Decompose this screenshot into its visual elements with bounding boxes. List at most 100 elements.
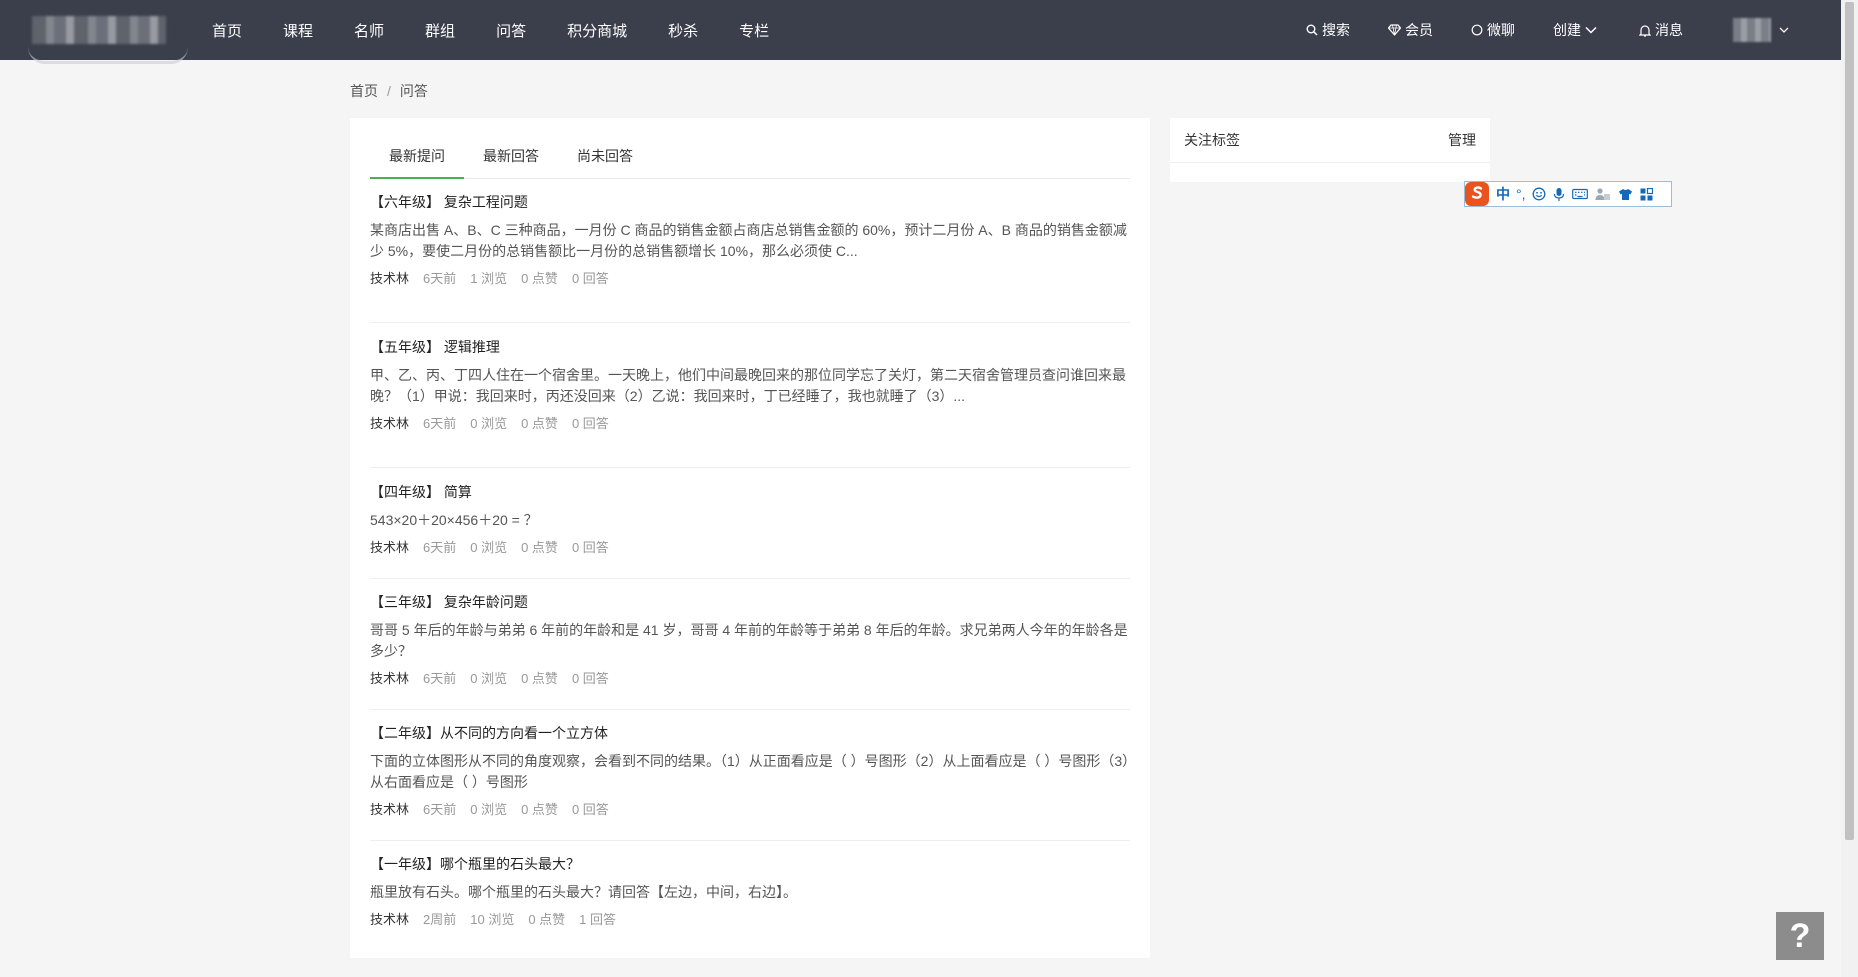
tab-unanswered[interactable]: 尚未回答 — [558, 142, 652, 177]
manage-tags-link[interactable]: 管理 — [1448, 130, 1476, 150]
question-excerpt: 甲、乙、丙、丁四人住在一个宿舍里。一天晚上，他们中间最晚回来的那位同学忘了关灯，… — [370, 367, 1126, 404]
question-likes: 0 点赞 — [521, 540, 558, 555]
chat-button[interactable]: 微聊 — [1471, 20, 1515, 40]
question-tabs: 最新提问 最新回答 尚未回答 — [370, 142, 1130, 179]
breadcrumb-separator: / — [387, 83, 391, 99]
chat-label: 微聊 — [1487, 22, 1515, 38]
search-label: 搜索 — [1322, 22, 1350, 38]
list-item: 【二年级】从不同的方向看一个立方体 下面的立体图形从不同的角度观察，会看到不同的… — [370, 723, 1130, 841]
question-excerpt: 某商店出售 A、B、C 三种商品，一月份 C 商品的销售金额占商店总销售金额的 … — [370, 222, 1127, 259]
chevron-down-icon — [1779, 27, 1789, 33]
nav-item-home[interactable]: 首页 — [212, 20, 242, 41]
list-item: 【三年级】 复杂年龄问题 哥哥 5 年后的年龄与弟弟 6 年前的年龄和是 41 … — [370, 592, 1130, 710]
question-time: 6天前 — [423, 271, 457, 286]
scrollbar-thumb[interactable] — [1845, 2, 1854, 840]
sogou-logo-icon[interactable] — [1464, 181, 1490, 207]
logo-swoosh — [28, 47, 188, 64]
messages-label: 消息 — [1655, 22, 1683, 38]
tab-latest-answers[interactable]: 最新回答 — [464, 142, 558, 177]
question-title[interactable]: 【六年级】 复杂工程问题 — [370, 192, 1130, 212]
question-views: 0 浏览 — [470, 416, 508, 431]
question-author[interactable]: 技术林 — [370, 415, 409, 433]
user-menu[interactable] — [1733, 18, 1793, 42]
nav-item-groups[interactable]: 群组 — [425, 20, 455, 41]
help-button[interactable]: ? — [1776, 912, 1824, 960]
ime-toolbar[interactable]: 中 °, — [1464, 181, 1672, 207]
nav-item-courses[interactable]: 课程 — [283, 20, 313, 41]
breadcrumb-current: 问答 — [399, 83, 428, 99]
create-dropdown[interactable]: 创建 — [1553, 20, 1601, 40]
list-item: 【六年级】 复杂工程问题 某商店出售 A、B、C 三种商品，一月份 C 商品的销… — [370, 192, 1130, 323]
question-author[interactable]: 技术林 — [370, 270, 409, 288]
question-title[interactable]: 【四年级】 简算 — [370, 482, 1130, 502]
question-answers: 0 回答 — [571, 271, 609, 286]
question-time: 2周前 — [423, 912, 457, 927]
list-item: 【五年级】 逻辑推理 甲、乙、丙、丁四人住在一个宿舍里。一天晚上，他们中间最晚回… — [370, 337, 1130, 468]
question-excerpt: 下面的立体图形从不同的角度观察，会看到不同的结果。（1）从正面看应是（ ）号图形… — [370, 753, 1130, 790]
skin-shirt-icon[interactable] — [1618, 188, 1633, 201]
list-item: 【一年级】哪个瓶里的石头最大？ 瓶里放有石头。哪个瓶里的石头最大？请回答【左边，… — [370, 854, 1130, 950]
search-button[interactable]: 搜索 — [1306, 20, 1350, 40]
question-answers: 0 回答 — [571, 416, 609, 431]
nav-item-flash-sale[interactable]: 秒杀 — [668, 20, 698, 41]
question-time: 6天前 — [423, 540, 457, 555]
question-excerpt: 543×20＋20×456＋20 = ？ — [370, 512, 538, 528]
question-author[interactable]: 技术林 — [370, 911, 409, 929]
question-title[interactable]: 【五年级】 逻辑推理 — [370, 337, 1130, 357]
toolbox-grid-icon[interactable] — [1640, 187, 1653, 201]
question-meta: 技术林 6天前 0 浏览 0 点赞 0 回答 — [370, 801, 1130, 819]
question-author[interactable]: 技术林 — [370, 670, 409, 688]
question-meta: 技术林 6天前 0 浏览 0 点赞 0 回答 — [370, 539, 1130, 557]
question-meta: 技术林 6天前 0 浏览 0 点赞 0 回答 — [370, 415, 1130, 433]
followed-tags-title: 关注标签 — [1184, 132, 1240, 148]
question-answers: 1 回答 — [579, 912, 617, 927]
question-meta: 技术林 2周前 10 浏览 0 点赞 1 回答 — [370, 911, 1130, 929]
nav-item-teachers[interactable]: 名师 — [354, 20, 384, 41]
user-toolbox-icon[interactable] — [1595, 187, 1611, 201]
microphone-icon[interactable] — [1553, 187, 1565, 202]
followed-tags-card: 关注标签 管理 — [1170, 118, 1490, 182]
top-navbar: 首页 课程 名师 群组 问答 积分商城 秒杀 专栏 搜索 会员 微聊 创建 消息 — [0, 0, 1841, 64]
question-views: 10 浏览 — [470, 912, 515, 927]
question-views: 0 浏览 — [470, 671, 508, 686]
question-excerpt: 哥哥 5 年后的年龄与弟弟 6 年前的年龄和是 41 岁，哥哥 4 年前的年龄等… — [370, 622, 1128, 659]
diamond-icon — [1388, 24, 1401, 36]
question-author[interactable]: 技术林 — [370, 539, 409, 557]
followed-tags-header: 关注标签 管理 — [1170, 118, 1490, 163]
keyboard-icon[interactable] — [1571, 188, 1588, 200]
nav-item-qa[interactable]: 问答 — [496, 20, 526, 41]
question-meta: 技术林 6天前 0 浏览 0 点赞 0 回答 — [370, 670, 1130, 688]
ime-punctuation-toggle[interactable]: °, — [1516, 183, 1526, 205]
question-title[interactable]: 【三年级】 复杂年龄问题 — [370, 592, 1130, 612]
question-answers: 0 回答 — [571, 671, 609, 686]
question-likes: 0 点赞 — [528, 912, 566, 927]
bell-icon — [1639, 24, 1651, 37]
question-title[interactable]: 【一年级】哪个瓶里的石头最大？ — [370, 854, 1130, 874]
create-label: 创建 — [1553, 22, 1581, 38]
question-answers: 0 回答 — [571, 540, 609, 555]
emoji-icon[interactable] — [1532, 187, 1546, 201]
question-title[interactable]: 【二年级】从不同的方向看一个立方体 — [370, 723, 1130, 743]
question-time: 6天前 — [423, 802, 457, 817]
messages-button[interactable]: 消息 — [1639, 20, 1683, 40]
question-author[interactable]: 技术林 — [370, 801, 409, 819]
question-views: 0 浏览 — [470, 540, 508, 555]
vip-label: 会员 — [1405, 22, 1433, 38]
question-answers: 0 回答 — [571, 802, 609, 817]
question-excerpt: 瓶里放有石头。哪个瓶里的石头最大？请回答【左边，中间，右边】。 — [370, 884, 797, 900]
breadcrumb: 首页 / 问答 — [350, 81, 428, 101]
nav-item-points-mall[interactable]: 积分商城 — [567, 20, 627, 41]
site-logo[interactable] — [32, 16, 166, 44]
question-time: 6天前 — [423, 671, 457, 686]
breadcrumb-home[interactable]: 首页 — [350, 83, 378, 99]
search-icon — [1306, 24, 1318, 36]
nav-item-column[interactable]: 专栏 — [739, 20, 769, 41]
tab-latest-questions[interactable]: 最新提问 — [370, 142, 464, 179]
chevron-down-icon — [1585, 26, 1597, 34]
vip-button[interactable]: 会员 — [1388, 20, 1433, 40]
ime-language-toggle[interactable]: 中 — [1496, 183, 1510, 205]
question-list: 【六年级】 复杂工程问题 某商店出售 A、B、C 三种商品，一月份 C 商品的销… — [370, 192, 1130, 950]
page-scrollbar[interactable] — [1841, 0, 1858, 977]
question-likes: 0 点赞 — [521, 671, 558, 686]
chat-bubble-icon — [1471, 24, 1483, 36]
